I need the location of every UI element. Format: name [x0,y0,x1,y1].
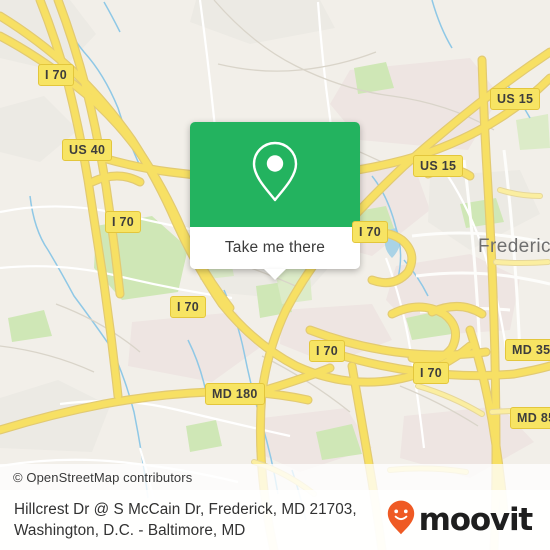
take-me-there-label: Take me there [224,239,326,256]
road-shield: MD 355 [505,339,550,361]
location-title: Hillcrest Dr @ S McCain Dr, Frederick, M… [14,499,357,541]
road-shield: MD 180 [205,383,265,405]
popup-pointer-tail [264,269,286,280]
moovit-logo[interactable]: moovit [387,500,536,540]
road-shield-occluded: I 70 [352,221,389,243]
map-screenshot: .lu-grey{fill:#eceae4;} .lu-pink{fill:#e… [0,0,550,550]
map-attribution-bar: © OpenStreetMap contributors [0,464,550,490]
openstreetmap-attribution[interactable]: © OpenStreetMap contributors [0,470,192,485]
popup-action-bar[interactable]: Take me there [190,227,360,280]
road-shield: US 15 [413,155,464,177]
road-shield: MD 85 [510,407,550,429]
footer-bar: Hillcrest Dr @ S McCain Dr, Frederick, M… [0,490,550,550]
road-shield: I 70 [170,296,207,318]
take-me-there-popup[interactable]: Take me there [190,122,360,280]
road-shield: I 70 [309,340,346,362]
map-pin-icon [248,139,302,210]
road-shield: I 70 [38,64,75,86]
moovit-smiley-pin-icon [387,500,415,540]
moovit-wordmark: moovit [418,501,534,538]
road-shield: US 15 [490,88,541,110]
road-shield: I 70 [105,211,142,233]
place-label-frederick: Frederick [478,236,550,257]
location-title-line-2: Washington, D.C. - Baltimore, MD [14,522,246,539]
road-shield: I 70 [413,362,450,384]
location-title-line-1: Hillcrest Dr @ S McCain Dr, Frederick, M… [14,501,357,518]
road-shield: US 40 [62,139,113,161]
popup-header [190,122,360,227]
